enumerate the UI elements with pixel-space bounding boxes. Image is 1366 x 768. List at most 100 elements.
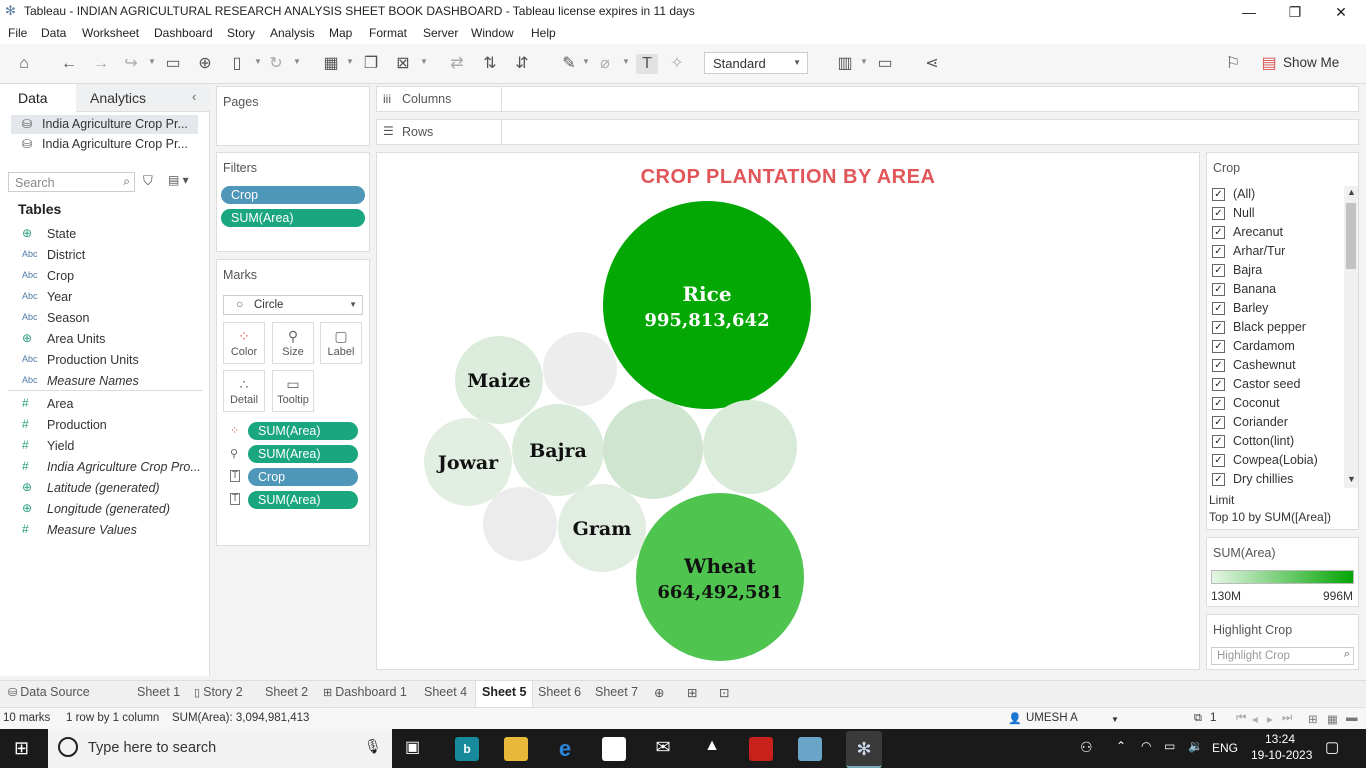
view-options-icon[interactable]: ▤ ▾ bbox=[168, 173, 189, 187]
highlight-caret-icon[interactable]: ▼ bbox=[582, 57, 590, 66]
refresh-caret-icon[interactable]: ▼ bbox=[293, 57, 301, 66]
tab-sheet-7[interactable]: Sheet 7 bbox=[595, 685, 638, 699]
new-worksheet-caret-icon[interactable]: ▼ bbox=[346, 57, 354, 66]
menu-data[interactable]: Data bbox=[41, 26, 66, 40]
menu-map[interactable]: Map bbox=[329, 26, 352, 40]
pages-shelf[interactable]: Pages bbox=[216, 86, 370, 146]
show-sheet-sorter-icon[interactable]: ⊞ bbox=[1308, 712, 1318, 726]
crop-filter-item-label[interactable]: Coriander bbox=[1233, 415, 1288, 429]
crop-filter-item-label[interactable]: Null bbox=[1233, 206, 1255, 220]
size-button[interactable]: ⚲ Size bbox=[272, 322, 314, 364]
menu-worksheet[interactable]: Worksheet bbox=[82, 26, 139, 40]
highlight-icon[interactable]: ✎ bbox=[558, 54, 580, 74]
show-cards-caret-icon[interactable]: ▼ bbox=[860, 57, 868, 66]
crop-filter-item-label[interactable]: Barley bbox=[1233, 301, 1268, 315]
columns-shelf[interactable]: iii Columns bbox=[376, 86, 1359, 112]
crop-filter-item-label[interactable]: Castor seed bbox=[1233, 377, 1300, 391]
checkbox[interactable]: ✓ bbox=[1212, 359, 1225, 372]
crop-filter-item-label[interactable]: Bajra bbox=[1233, 263, 1262, 277]
clock-date[interactable]: 19-10-2023 bbox=[1251, 748, 1312, 762]
datasource-item[interactable]: ⛁ India Agriculture Crop Pr... bbox=[11, 135, 198, 154]
tab-sheet-1[interactable]: Sheet 1 bbox=[137, 685, 180, 699]
field-state[interactable]: ⊕ State bbox=[0, 225, 205, 245]
crop-filter-item-label[interactable]: Arecanut bbox=[1233, 225, 1283, 239]
checkbox[interactable]: ✓ bbox=[1212, 188, 1225, 201]
show-filmstrip-icon[interactable]: ▦ bbox=[1327, 712, 1338, 726]
presentation-mode-icon[interactable]: ▭ bbox=[874, 54, 896, 74]
field-measure-names[interactable]: Abc Measure Names bbox=[0, 372, 205, 392]
sort-ascending-icon[interactable]: ⇅ bbox=[479, 54, 501, 74]
new-datasource-icon[interactable]: ⊕ bbox=[194, 54, 216, 74]
wifi-icon[interactable]: ◠ bbox=[1141, 739, 1151, 753]
tab-sheet-5[interactable]: Sheet 5 bbox=[475, 681, 534, 707]
crop-filter-item-label[interactable]: (All) bbox=[1233, 187, 1255, 201]
menu-file[interactable]: File bbox=[8, 26, 27, 40]
rows-shelf[interactable]: ☰ Rows bbox=[376, 119, 1359, 145]
clear-caret-icon[interactable]: ▼ bbox=[420, 57, 428, 66]
save-icon[interactable]: ▭ bbox=[162, 54, 184, 74]
marks-pill-label-crop[interactable]: Crop bbox=[248, 468, 358, 486]
filter-scrollbar[interactable]: ▲ ▼ bbox=[1344, 186, 1358, 488]
crop-filter-item-label[interactable]: Cowpea(Lobia) bbox=[1233, 453, 1318, 467]
checkbox[interactable]: ✓ bbox=[1212, 207, 1225, 220]
checkbox[interactable]: ✓ bbox=[1212, 340, 1225, 353]
restore-button[interactable]: ❐ bbox=[1272, 2, 1318, 22]
tab-analytics[interactable]: Analytics ‹ bbox=[76, 84, 210, 112]
mail-icon[interactable]: ✉ bbox=[651, 737, 675, 761]
scroll-thumb[interactable] bbox=[1346, 203, 1356, 269]
notifications-icon[interactable]: ▢ bbox=[1325, 738, 1339, 756]
field-production[interactable]: # Production bbox=[0, 416, 205, 436]
label-button[interactable]: ▢ Label bbox=[320, 322, 362, 364]
mark-type-select[interactable]: ○ Circle ▼ bbox=[223, 295, 363, 315]
checkbox[interactable]: ✓ bbox=[1212, 264, 1225, 277]
clear-sheet-icon[interactable]: ⊠ bbox=[392, 54, 414, 74]
crop-filter-item-label[interactable]: Cashewnut bbox=[1233, 358, 1296, 372]
group-caret-icon[interactable]: ▼ bbox=[622, 57, 630, 66]
crop-filter-item-label[interactable]: Arhar/Tur bbox=[1233, 244, 1285, 258]
field-crop[interactable]: Abc Crop bbox=[0, 267, 205, 287]
field-yield[interactable]: # Yield bbox=[0, 437, 205, 457]
bubble-chart[interactable]: Rice 995,813,642 Wheat 664,492,581 Maize Jowa… bbox=[377, 153, 1199, 669]
crop-filter-item-label[interactable]: Cardamom bbox=[1233, 339, 1295, 353]
replay-icon[interactable]: ↪ bbox=[120, 54, 142, 74]
tab-sheet-6[interactable]: Sheet 6 bbox=[538, 685, 581, 699]
filter-pill-sum-area[interactable]: SUM(Area) bbox=[221, 209, 365, 227]
highlight-input[interactable]: Highlight Crop ⌕ bbox=[1211, 647, 1354, 665]
file-explorer-icon[interactable] bbox=[504, 737, 528, 761]
new-worksheet-icon[interactable]: ▦ bbox=[320, 54, 342, 74]
search-input[interactable]: Search ⌕ bbox=[8, 172, 135, 192]
menu-format[interactable]: Format bbox=[369, 26, 407, 40]
checkbox[interactable]: ✓ bbox=[1212, 416, 1225, 429]
menu-help[interactable]: Help bbox=[531, 26, 556, 40]
pause-caret-icon[interactable]: ▼ bbox=[254, 57, 262, 66]
first-sheet-icon[interactable]: ⏮ bbox=[1236, 712, 1246, 725]
checkbox[interactable]: ✓ bbox=[1212, 397, 1225, 410]
menu-window[interactable]: Window bbox=[471, 26, 514, 40]
replay-caret-icon[interactable]: ▼ bbox=[148, 57, 156, 66]
format-workbook-icon[interactable]: ⚐ bbox=[1222, 54, 1244, 74]
acrobat-icon[interactable] bbox=[749, 737, 773, 761]
show-labels-icon[interactable]: T bbox=[636, 54, 658, 74]
bubble-unlabeled[interactable] bbox=[603, 399, 703, 499]
tab-sheet-4[interactable]: Sheet 4 bbox=[424, 685, 467, 699]
field-district[interactable]: Abc District bbox=[0, 246, 205, 266]
duplicate-icon[interactable]: ❐ bbox=[360, 54, 382, 74]
menu-dashboard[interactable]: Dashboard bbox=[154, 26, 213, 40]
scroll-up-icon[interactable]: ▲ bbox=[1347, 187, 1356, 197]
show-cards-icon[interactable]: ▥ bbox=[834, 54, 856, 74]
new-dashboard-icon[interactable]: ⊞ bbox=[687, 685, 697, 700]
volume-icon[interactable]: 🔉 bbox=[1188, 739, 1203, 753]
marks-pill-color[interactable]: SUM(Area) bbox=[248, 422, 358, 440]
app-icon[interactable] bbox=[798, 737, 822, 761]
color-button[interactable]: ⁘ Color bbox=[223, 322, 265, 364]
task-view-icon[interactable]: ▣ bbox=[405, 737, 429, 761]
menu-server[interactable]: Server bbox=[423, 26, 458, 40]
marks-pill-size[interactable]: SUM(Area) bbox=[248, 445, 358, 463]
bing-icon[interactable]: b bbox=[455, 737, 479, 761]
photos-icon[interactable]: ▲ bbox=[700, 737, 724, 761]
show-tabs-icon[interactable]: ▬ bbox=[1346, 712, 1358, 724]
filter-pill-crop[interactable]: Crop bbox=[221, 186, 365, 204]
field-season[interactable]: Abc Season bbox=[0, 309, 205, 329]
menu-analysis[interactable]: Analysis bbox=[270, 26, 315, 40]
status-user[interactable]: UMESH A bbox=[1026, 712, 1078, 724]
